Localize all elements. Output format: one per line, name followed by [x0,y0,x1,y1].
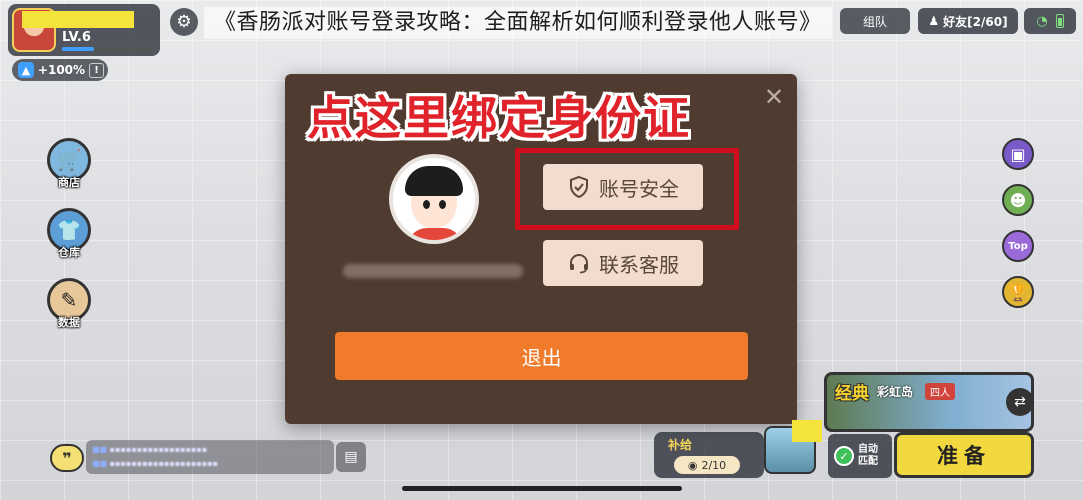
trophy-icon[interactable]: 🏆 [1002,276,1034,308]
xp-bar [62,47,152,51]
customer-service-button[interactable]: 联系客服 [543,240,703,286]
settings-gear-icon[interactable]: ⚙ [170,8,198,36]
check-icon: ✓ [834,446,854,466]
nav-stats-label: 数据 [58,316,80,329]
account-modal: ✕ 点这里绑定身份证 账号安全 联系客服 退出 [285,74,797,424]
player-level: LV.6 [62,30,91,45]
chat-panel[interactable]: ■■ ▪▪▪▪▪▪▪▪▪▪▪▪▪▪▪▪▪▪ ■■ ▪▪▪▪▪▪▪▪▪▪▪▪▪▪▪… [86,440,334,474]
network-status: ◔ [1024,8,1076,34]
home-indicator[interactable] [402,486,682,491]
mode-map-label: 彩虹岛 [877,385,914,399]
avatar-left-eye [423,200,430,209]
ready-button[interactable]: 准备 [894,432,1034,478]
blurred-username [343,264,523,278]
friends-button[interactable]: ♟ 好友[2/60] [918,8,1018,34]
nav-wardrobe-button[interactable]: 👕 仓库 [45,208,93,260]
article-title-overlay: 《香肠派对账号登录攻略：全面解析如何顺利登录他人账号》 [204,7,832,39]
chat-line-blurred: ■■ ▪▪▪▪▪▪▪▪▪▪▪▪▪▪▪▪▪▪ [92,445,208,454]
exp-bonus-badge[interactable]: ▲ +100% ! [12,59,108,81]
supply-label: 补给 [668,438,693,452]
close-icon[interactable]: ✕ [761,84,787,110]
top-icon-text: Top [1008,240,1028,252]
redacted-player-name [22,11,134,28]
battery-icon [1055,14,1064,28]
exp-bonus-text: +100% [37,63,86,77]
nav-stats-button[interactable]: ✎ 数据 [45,278,93,330]
nav-shop-label: 商店 [58,176,80,189]
team-label: 组队 [862,14,887,29]
redaction-marker [792,420,822,442]
avatar-right-eye [439,200,446,209]
swap-mode-icon[interactable]: ⇄ [1006,388,1034,416]
chat-quote-icon[interactable]: ❞ [50,444,84,472]
game-mode-card[interactable]: 经典 彩虹岛 四人 [824,372,1034,432]
nav-wardrobe-label: 仓库 [58,246,80,259]
top-icon[interactable]: Top [1002,230,1034,262]
supply-counter: ◉ 2/10 [674,456,740,474]
player-profile-card[interactable]: LV.6 [8,4,160,56]
tv-icon[interactable]: ▣ [1002,138,1034,170]
highlight-annotation-box [515,148,739,230]
arrow-up-icon: ▲ [18,62,34,78]
wifi-icon: ◔ [1036,13,1048,29]
team-button[interactable]: 组队 [840,8,910,34]
character-icon[interactable]: ☻ [1002,184,1034,216]
ready-label: 准备 [937,444,991,468]
exit-button[interactable]: 退出 [335,332,748,380]
supply-panel[interactable]: 补给 ◉ 2/10 [654,432,764,478]
chat-expand-icon[interactable]: ▤ [336,442,366,472]
friends-icon: ♟ [928,14,940,28]
chat-line-blurred: ■■ ▪▪▪▪▪▪▪▪▪▪▪▪▪▪▪▪▪▪▪▪ [92,459,219,468]
account-avatar [389,154,479,244]
auto-match-toggle[interactable]: ✓ 自动 匹配 [828,434,892,478]
auto-match-label: 自动 匹配 [858,444,878,467]
info-icon[interactable]: ! [89,62,104,78]
avatar-shirt [407,228,463,240]
friends-label: 好友[2/60] [943,14,1008,29]
xp-bar-fill [62,47,94,51]
supply-count-text: 2/10 [701,458,727,472]
mode-players-badge: 四人 [925,383,955,400]
mode-classic-label: 经典 [835,384,869,404]
supply-coin-icon: ◉ [687,458,698,472]
customer-service-label: 联系客服 [599,252,679,277]
avatar-hair [405,166,463,196]
headset-icon [570,254,588,274]
exit-label: 退出 [521,345,562,370]
bind-id-headline: 点这里绑定身份证 [307,91,691,145]
nav-shop-button[interactable]: 🛒 商店 [45,138,93,190]
